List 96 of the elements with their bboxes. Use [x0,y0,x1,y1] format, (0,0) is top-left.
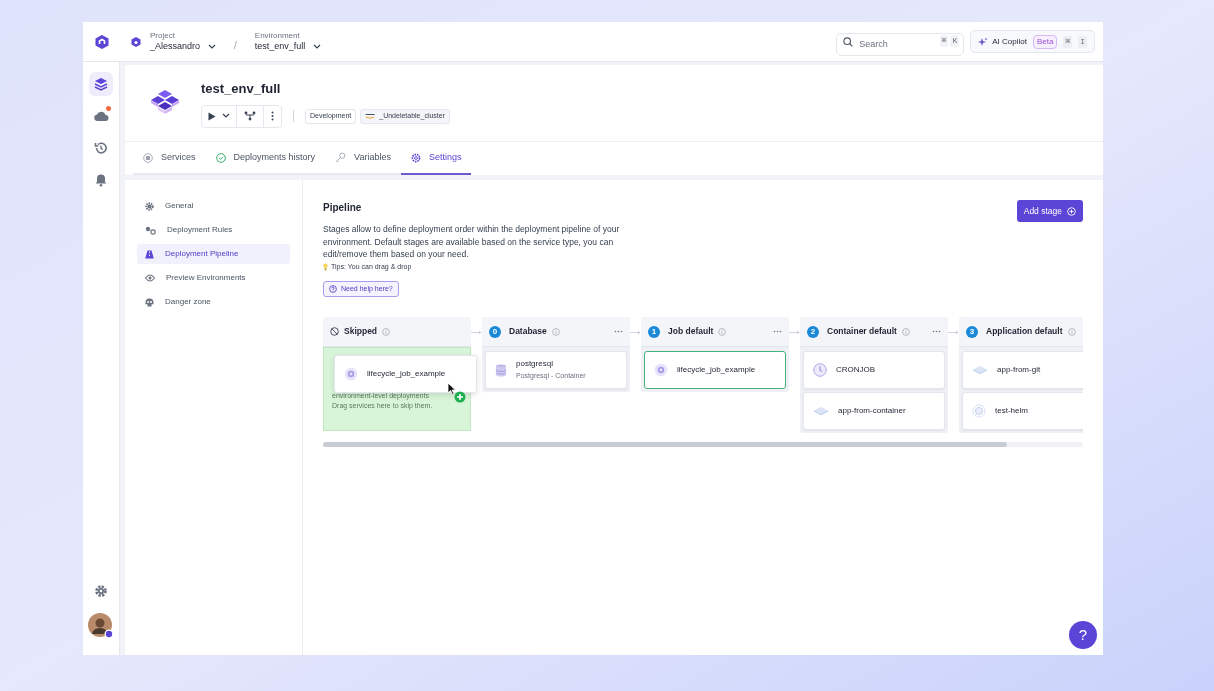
logo-icon[interactable] [93,33,110,50]
nodes-icon [244,111,256,121]
add-stage-button[interactable]: Add stage [1016,200,1083,222]
settings-icon [145,201,154,211]
list-circle-icon [143,152,153,163]
service-name: CRONJOB [836,364,876,376]
settings-icon[interactable] [94,584,108,598]
ai-copilot-button[interactable]: AI Copilot Beta ⌘ I [970,30,1095,53]
project-label: Project [150,30,176,41]
service-card[interactable]: app-from-git [962,351,1083,389]
connector-arrow-icon [471,330,482,335]
info-icon [718,327,727,336]
stage-name: Application default [986,325,1063,338]
service-name: test-helm [995,405,1028,417]
service-card[interactable]: lifecycle_job_example [644,351,786,389]
help-circle-icon [329,285,337,293]
bell-icon[interactable] [94,173,108,187]
shortcut-key: K [950,35,960,47]
info-icon [1067,327,1076,336]
connector-arrow-icon [948,330,959,335]
stage-number: 3 [966,325,978,338]
settings-nav-item[interactable]: Deployment Pipeline [137,244,290,264]
info-icon [551,327,560,336]
service-card[interactable]: CRONJOB [803,351,945,389]
layers-icon[interactable] [94,77,108,91]
breadcrumb-separator: / [234,39,237,53]
stage-number: 1 [648,325,660,338]
info-icon [382,327,391,336]
chevron-down-icon [208,43,217,50]
plus-circle-icon [1067,206,1076,216]
avatar-icon[interactable] [88,613,114,639]
shortcut-key: I [1078,35,1087,48]
stage-name: Skipped [344,325,378,338]
lightbulb-icon [323,262,328,271]
cubes-icon [150,88,180,116]
settings-nav-item[interactable]: General [137,196,290,216]
clock-icon [813,363,827,377]
stage-name: Job default [668,325,714,338]
play-icon [208,111,216,121]
service-name: lifecycle_job_example [677,364,756,376]
cursor-drawing [447,382,467,404]
cloud-provider-icon [365,113,376,119]
search-icon [843,36,854,47]
helm-icon [972,404,986,418]
dragged-service-card[interactable]: lifecycle_job_example [334,355,477,393]
project-selector[interactable]: _Alessandro [150,40,217,53]
skull-icon [145,297,154,307]
road-icon [145,249,154,259]
connector-arrow-icon [789,330,800,335]
beta-badge: Beta [1032,34,1058,49]
pipeline-title: Pipeline [323,201,362,215]
copilot-label: AI Copilot [992,35,1027,48]
project-icon [130,35,142,48]
nav-layers-button[interactable] [89,72,113,96]
environment-title: test_env_full [201,80,282,98]
tab[interactable]: Services [133,142,206,175]
connector-arrow-icon [630,330,641,335]
eye-icon [145,274,155,282]
job-icon [344,367,358,381]
stage-name: Container default [827,325,897,338]
service-name: lifecycle_job_example [367,368,446,380]
gears-icon [145,225,156,235]
info-icon [901,327,910,336]
pipeline-description: Stages allow to define deployment order within the deployment pipeline of your environment. Default stages are available based on the service type, you can edit/remove them based on your need. [323,223,621,261]
chevron-down-icon [222,113,230,119]
stage-number: 2 [807,325,819,338]
settings-nav-item[interactable]: Preview Environments [137,268,290,288]
check-circle-icon [215,152,226,163]
key-icon [335,152,347,163]
database-icon [495,363,507,377]
container-icon [813,406,829,416]
service-name: app-from-git [997,364,1041,376]
environment-selector[interactable]: test_env_full [254,40,322,53]
more-vertical-icon [271,111,274,121]
horizontal-scrollbar[interactable] [323,442,1083,447]
settings-nav-item[interactable]: Deployment Rules [137,220,290,240]
stage-number: 0 [489,325,501,338]
settings-nav-item[interactable]: Danger zone [137,292,290,312]
container-icon [972,365,988,375]
shortcut-key: ⌘ [1063,35,1073,48]
service-card[interactable]: test-helm [962,392,1083,430]
service-name: app-from-container [838,405,906,417]
tab[interactable]: Settings [400,142,472,175]
service-name: postgresql [516,358,554,371]
stage-name: Database [509,325,547,338]
job-icon [654,363,668,377]
chevron-down-icon [313,43,322,50]
history-icon[interactable] [94,141,108,155]
environment-label: Environment [254,30,301,41]
cloud-icon[interactable] [93,110,109,122]
settings-icon [410,152,421,163]
tab[interactable]: Variables [325,142,401,175]
ban-icon [330,327,339,336]
service-card[interactable]: app-from-container [803,392,945,430]
shortcut-key: ⌘ [939,35,949,47]
tab[interactable]: Deployments history [205,142,326,175]
